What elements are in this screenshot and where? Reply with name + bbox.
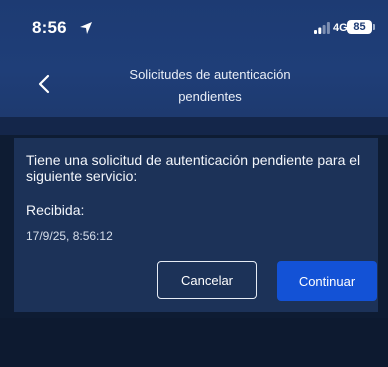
auth-request-screen: 8:56 4G 85 Solicitudes de autenticación [0,0,388,367]
bottom-area [0,318,388,367]
cancel-button[interactable]: Cancelar [157,261,257,299]
received-label: Recibida: [26,202,85,218]
battery-indicator: 85 [347,20,372,34]
request-message: Tiene una solicitud de autenticación pen… [26,152,361,184]
battery-cap [373,24,375,30]
auth-request-card: Tiene una solicitud de autenticación pen… [14,138,378,312]
back-button[interactable] [30,70,58,98]
page-title: Solicitudes de autenticación pendientes [90,64,330,108]
nav-bar: Solicitudes de autenticación pendientes [0,58,388,114]
received-timestamp: 17/9/25, 8:56:12 [26,229,113,243]
status-time: 8:56 [32,18,67,37]
cellular-signal-icon [314,22,330,34]
status-bar: 8:56 4G 85 [0,0,388,44]
header-divider [0,117,388,135]
page-title-line2: pendientes [178,89,242,104]
page-title-line1: Solicitudes de autenticación [129,67,291,82]
continue-button[interactable]: Continuar [277,261,377,301]
location-arrow-icon [80,22,92,34]
header: 8:56 4G 85 Solicitudes de autenticación [0,0,388,117]
network-type: 4G [333,22,348,34]
chevron-left-icon [38,74,50,94]
